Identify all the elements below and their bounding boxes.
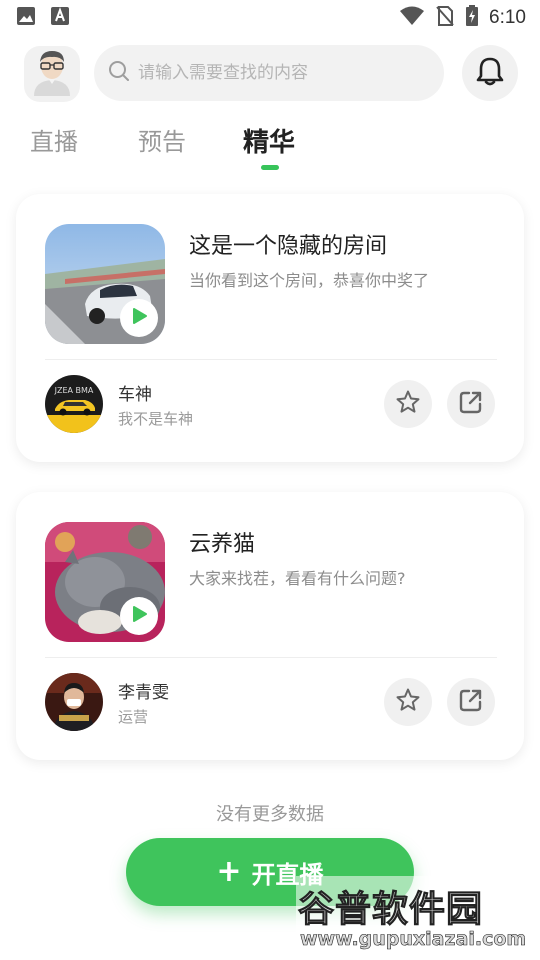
share-icon (458, 687, 484, 717)
watermark-text: 谷普软件园 (297, 889, 484, 931)
category-tabs: 直播 预告 精华 (30, 122, 330, 174)
search-input[interactable] (138, 63, 418, 83)
room-card[interactable]: 这是一个隐藏的房间 当你看到这个房间，恭喜你中奖了 JZEA BMA 车神 我不… (16, 194, 524, 462)
notification-button[interactable] (462, 45, 518, 101)
no-sim-icon (435, 5, 455, 31)
tab-preview[interactable]: 预告 (138, 122, 186, 157)
room-card[interactable]: 云养猫 大家来找茬，看看有什么问题? 李青雯 运营 (16, 492, 524, 760)
profile-avatar-button[interactable] (24, 46, 80, 102)
user-avatar-icon (32, 48, 72, 100)
status-bar: 6:10 (0, 0, 540, 36)
wifi-icon (399, 6, 425, 30)
text-a-icon (50, 6, 70, 30)
room-thumbnail[interactable] (45, 224, 165, 344)
room-description: 当你看到这个房间，恭喜你中奖了 (189, 271, 430, 290)
room-title: 云养猫 (189, 532, 256, 557)
host-role: 运营 (118, 708, 149, 726)
play-icon (130, 605, 148, 627)
plus-icon: + (216, 854, 242, 889)
play-icon (130, 307, 148, 329)
share-icon (458, 389, 484, 419)
host-role: 我不是车神 (118, 410, 194, 428)
host-name: 车神 (118, 385, 152, 405)
card-divider (45, 359, 497, 360)
svg-text:JZEA BMA: JZEA BMA (54, 386, 94, 395)
share-button[interactable] (447, 380, 495, 428)
top-header (24, 45, 518, 103)
tab-live[interactable]: 直播 (30, 122, 78, 157)
card-divider (45, 657, 497, 658)
room-thumbnail[interactable] (45, 522, 165, 642)
favorite-button[interactable] (384, 678, 432, 726)
no-more-data-text: 没有更多数据 (216, 804, 324, 825)
play-button[interactable] (120, 597, 158, 635)
star-icon (395, 389, 421, 419)
image-icon (16, 6, 36, 30)
star-icon (395, 687, 421, 717)
search-bar[interactable] (94, 45, 444, 101)
bell-icon (476, 56, 504, 90)
host-name: 李青雯 (118, 683, 169, 703)
search-icon (108, 60, 130, 86)
favorite-button[interactable] (384, 380, 432, 428)
room-title: 这是一个隐藏的房间 (189, 234, 388, 259)
room-description: 大家来找茬，看看有什么问题? (189, 569, 406, 588)
clock-time: 6:10 (489, 7, 526, 28)
battery-charging-icon (465, 5, 479, 31)
watermark-url: www.gupuxiazai.com (300, 928, 527, 951)
tab-highlights[interactable]: 精华 (243, 122, 295, 159)
host-avatar[interactable]: JZEA BMA (45, 375, 103, 433)
host-avatar[interactable] (45, 673, 103, 731)
share-button[interactable] (447, 678, 495, 726)
watermark-logo: 谷普软件园 www.gupuxiazai.com (296, 876, 540, 956)
play-button[interactable] (120, 299, 158, 337)
active-tab-indicator (261, 165, 279, 170)
